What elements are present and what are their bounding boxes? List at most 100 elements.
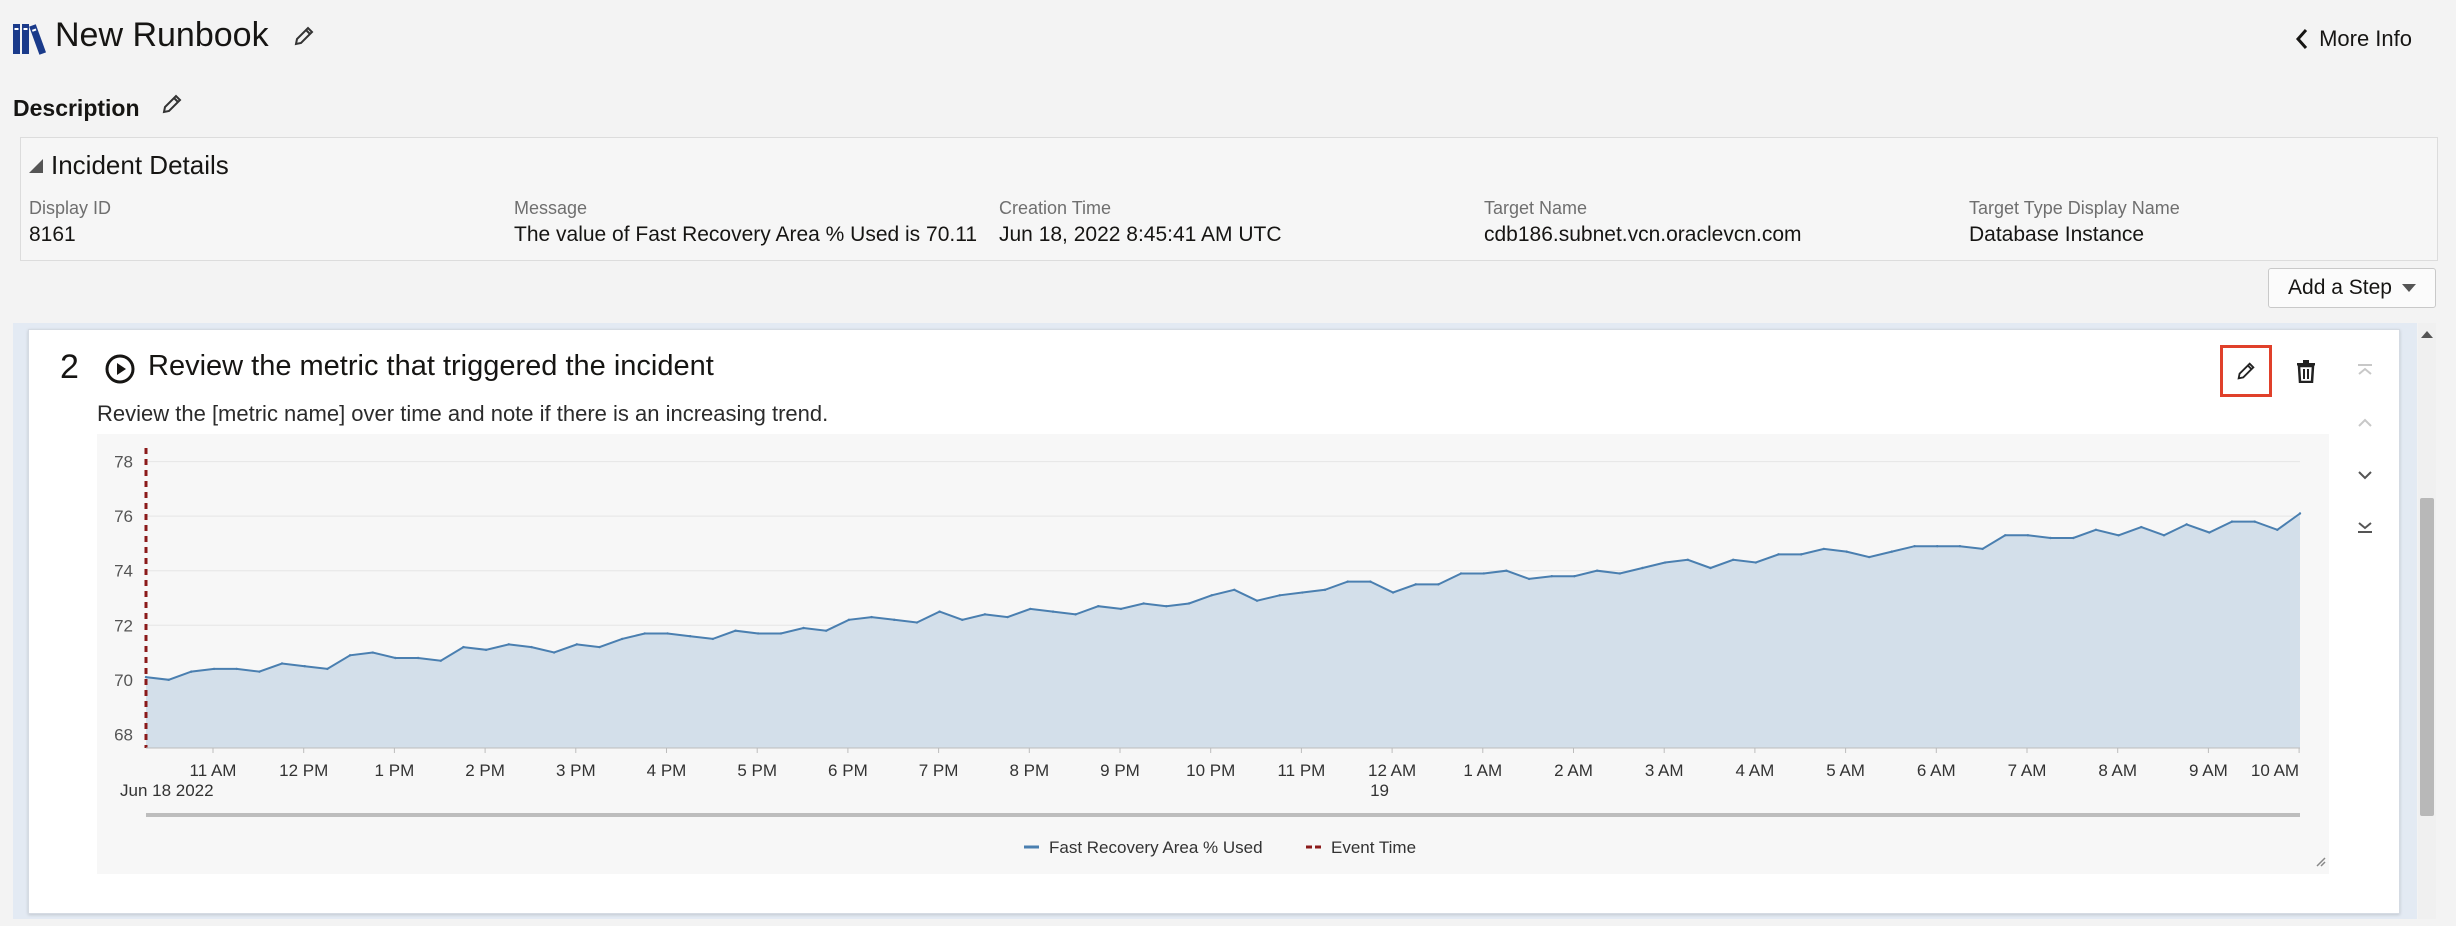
x-tick-label: 3 AM <box>1645 761 1684 780</box>
metric-chart-panel: 68 70 72 74 76 78 11 AM Jun 18 2022 12 PM 1 PM 2 … <box>97 434 2329 874</box>
move-up-button[interactable] <box>2350 408 2380 438</box>
data-point <box>1845 550 1848 553</box>
data-point <box>1142 602 1145 605</box>
overview-scrollbar[interactable] <box>146 813 2300 817</box>
legend-item-event-time[interactable]: Event Time <box>1306 838 1416 857</box>
field-value: Database Instance <box>1969 223 2145 246</box>
field-label: Target Type Display Name <box>1969 198 2180 218</box>
data-point <box>847 618 851 622</box>
runbook-books-icon <box>13 24 47 55</box>
data-point <box>2208 531 2211 534</box>
incident-details-heading: Incident Details <box>51 150 229 180</box>
move-to-bottom-button[interactable] <box>2350 512 2380 542</box>
data-point <box>416 656 420 660</box>
x-tick-label: 2 PM <box>465 761 505 780</box>
y-tick-label: 72 <box>114 616 133 635</box>
more-info-label: More Info <box>2319 26 2412 51</box>
data-point <box>2026 534 2030 537</box>
y-tick-label: 76 <box>114 507 133 526</box>
data-point <box>1618 572 1621 575</box>
x-tick-label: 1 PM <box>375 761 415 780</box>
data-point <box>983 613 987 616</box>
x-tick-sublabel: Jun 18 2022 <box>120 781 214 800</box>
legend-item-fast-recovery[interactable]: Fast Recovery Area % Used <box>1024 838 1263 857</box>
x-tick-label: 1 AM <box>1463 761 1502 780</box>
field-target-type: Target Type Display Name Database Instan… <box>1969 198 2180 247</box>
data-point <box>1822 547 1826 551</box>
x-tick-label: 9 PM <box>1100 761 1140 780</box>
data-point <box>1119 607 1123 611</box>
data-point <box>1346 580 1349 583</box>
incident-details-panel: Incident Details Display ID 8161 Message… <box>20 137 2438 261</box>
y-axis-ticks: 68 70 72 74 76 78 <box>114 453 133 745</box>
data-point <box>1663 561 1667 564</box>
more-info-button[interactable]: More Info <box>2295 26 2412 52</box>
scroll-up-arrow-icon[interactable] <box>2421 331 2433 338</box>
vertical-scrollbar[interactable] <box>2418 323 2436 919</box>
data-point <box>1505 569 1508 572</box>
data-point <box>2140 525 2143 529</box>
data-point <box>1029 607 1032 611</box>
data-point <box>1255 599 1259 602</box>
step-description: Review the [metric name] over time and n… <box>97 401 829 426</box>
field-display-id: Display ID 8161 <box>29 198 111 247</box>
move-top-icon <box>2358 364 2372 375</box>
data-point <box>2117 534 2120 537</box>
data-point <box>190 670 193 673</box>
x-tick-label: 10 AM <box>2251 761 2299 780</box>
edit-description-pencil-icon[interactable] <box>160 92 184 116</box>
data-point <box>1301 591 1304 594</box>
data-point <box>2298 512 2302 515</box>
add-step-button[interactable]: Add a Step <box>2268 268 2436 308</box>
dropdown-caret-icon <box>2401 284 2416 292</box>
data-point <box>2253 520 2256 523</box>
data-point <box>779 632 783 635</box>
page-header: New Runbook More Info <box>0 0 2456 80</box>
data-point <box>1573 574 1576 578</box>
data-point <box>552 651 556 654</box>
page-title: New Runbook <box>55 16 269 54</box>
x-tick-label: 12 AM <box>1368 761 1416 780</box>
data-point <box>371 651 374 654</box>
data-point <box>507 643 510 646</box>
y-tick-label: 70 <box>114 671 133 690</box>
x-tick-label: 5 PM <box>737 761 777 780</box>
incident-details-toggle[interactable]: Incident Details <box>29 150 229 181</box>
data-point <box>1187 602 1191 605</box>
data-point <box>802 626 805 630</box>
field-value: 8161 <box>29 223 76 246</box>
resize-handle-icon[interactable] <box>2316 857 2326 867</box>
data-point <box>1165 604 1168 608</box>
delete-step-button[interactable] <box>2290 354 2322 388</box>
data-point <box>530 645 533 649</box>
data-point <box>1097 604 1100 608</box>
edit-title-pencil-icon[interactable] <box>292 24 316 48</box>
x-tick-label: 7 PM <box>919 761 959 780</box>
move-to-top-button[interactable] <box>2350 355 2380 385</box>
data-point <box>1595 569 1599 572</box>
trash-icon <box>2297 360 2315 383</box>
x-tick-label: 2 AM <box>1554 761 1593 780</box>
data-point <box>756 632 760 635</box>
data-point <box>1459 572 1463 575</box>
data-point <box>2162 534 2166 537</box>
edit-step-button[interactable] <box>2220 345 2272 397</box>
x-axis-ticks: 11 AMJun 18 2022 12 PM 1 PM 2 PM 3 PM 4 PM 5 P… <box>120 748 2300 800</box>
data-point <box>235 667 238 671</box>
data-point <box>688 634 692 638</box>
move-down-button[interactable] <box>2350 460 2380 490</box>
data-point <box>484 648 488 652</box>
x-tick-label: 11 PM <box>1277 761 1325 780</box>
chevron-up-icon <box>2358 418 2372 427</box>
data-point <box>711 637 715 641</box>
data-point <box>575 643 578 646</box>
collapse-triangle-icon <box>29 158 43 173</box>
data-point <box>938 610 941 613</box>
data-point <box>303 664 306 668</box>
scrollbar-thumb[interactable] <box>2420 498 2434 816</box>
data-point <box>1233 588 1236 592</box>
data-point <box>1074 613 1077 616</box>
play-circle-icon[interactable] <box>104 353 136 385</box>
data-point <box>961 618 964 622</box>
data-point <box>643 632 647 635</box>
